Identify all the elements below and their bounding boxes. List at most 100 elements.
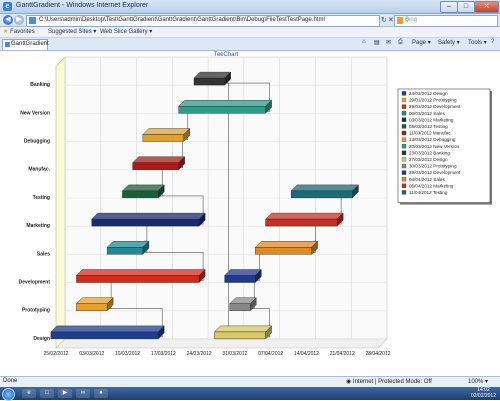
media-taskbar-icon[interactable]: ▶ [58, 389, 72, 398]
gantt-bar-top [121, 184, 165, 192]
close-button[interactable]: ✕ [474, 1, 499, 13]
chart-title: TeeChart [214, 52, 239, 58]
x-tick-label: 07/04/2012 [258, 351, 283, 357]
back-button[interactable]: ◀ [3, 15, 13, 25]
legend-entry: 27/03/2012 Design [409, 157, 448, 162]
legend-swatch [401, 104, 407, 109]
mail-icon[interactable]: ✉ [386, 39, 391, 46]
stop-icon[interactable]: ✕ [388, 16, 394, 24]
category-label: Prototyping [22, 308, 50, 314]
gantt-bar [122, 190, 159, 199]
gantt-bar-top [265, 212, 344, 220]
status-bar: Done ◉ Internet | Protected Mode: Off 10… [0, 376, 500, 387]
security-zone: ◉ Internet | Protected Mode: Off [346, 378, 432, 385]
search-icon[interactable]: ⚲ [405, 17, 494, 24]
gantt-bar-top [75, 269, 206, 276]
title-bar: e GanttGradient - Windows Internet Explo… [0, 0, 500, 14]
ie-taskbar-icon[interactable]: e [22, 389, 36, 398]
category-label: Manufac. [28, 167, 50, 173]
legend-swatch [401, 150, 407, 155]
gantt-bar-top [50, 325, 165, 333]
suggested-sites-link[interactable]: Suggested Sites ▾ [48, 28, 96, 35]
favorites-bar: ★ Favorites Suggested Sites ▾ Web Slice … [0, 27, 500, 38]
address-url: C:\Users\admin\Desktop\Test\GanttGradien… [39, 17, 325, 23]
forward-button[interactable]: ▶ [14, 15, 24, 25]
legend-swatch [401, 144, 407, 149]
x-tick-label: 03/03/2012 [79, 351, 104, 357]
system-clock: 14:02 02/02/2012 [471, 387, 496, 399]
legend-swatch [401, 190, 407, 195]
navigation-bar: ◀ ▶ C:\Users\admin\Desktop\Test\GanttGra… [0, 14, 500, 27]
safety-menu[interactable]: Safety ▾ [438, 39, 460, 46]
gantt-bar [50, 331, 159, 340]
gantt-bar-top [224, 269, 262, 276]
app-taskbar-icon[interactable]: ♦ [94, 389, 108, 398]
gantt-bar-top [106, 241, 150, 248]
legend-swatch [401, 91, 407, 96]
legend-entry: 04/04/2012 Sales [409, 177, 445, 182]
globe-icon: ◉ [346, 379, 352, 385]
gantt-bar [265, 218, 338, 227]
gantt-bar [290, 190, 353, 199]
page-icon [29, 17, 36, 24]
category-label: Sales [37, 251, 50, 257]
gantt-chart: TeeChart Design Prototyping Development Sale… [19, 52, 492, 357]
gantt-bar-top [132, 156, 186, 163]
gantt-bar-top [254, 241, 319, 248]
favorites-label: Favorites [10, 29, 35, 35]
x-tick-label: 14/04/2012 [294, 351, 319, 357]
legend-swatch [401, 124, 407, 129]
gantt-bar [132, 162, 179, 170]
zoom-level[interactable]: 100% ▾ [468, 378, 488, 385]
taskbar: e □ ▶ ∞ ♦ 14:02 02/02/2012 [0, 387, 500, 401]
start-button[interactable] [2, 388, 15, 401]
page-menu[interactable]: Page ▾ [412, 39, 431, 46]
explorer-taskbar-icon[interactable]: □ [40, 389, 54, 398]
gantt-bar [214, 331, 266, 340]
legend-swatch [401, 183, 407, 188]
clock-date: 02/02/2012 [470, 393, 496, 399]
gantt-bar [106, 247, 144, 255]
legend-swatch [401, 163, 407, 169]
ie-icon: e [3, 2, 12, 11]
x-tick-label: 10/03/2012 [115, 351, 140, 357]
tab-label: GanttGradient [11, 41, 49, 47]
home-icon[interactable]: ⌂ [362, 39, 366, 45]
legend-entry: 06/03/2012 Sales [409, 111, 445, 116]
maximize-button[interactable]: □ [457, 1, 475, 13]
legend-swatch [401, 97, 407, 103]
web-slice-gallery-link[interactable]: Web Slice Gallery ▾ [100, 28, 152, 35]
legend-entry: 06/04/2012 Marketing [409, 183, 454, 188]
visual-studio-taskbar-icon[interactable]: ∞ [76, 389, 90, 398]
legend-entry: 24/02/2012 Design [409, 91, 448, 96]
gantt-bar [76, 275, 200, 283]
category-label: Testing [33, 195, 50, 201]
tab-ganttgradient[interactable]: GanttGradient [2, 39, 49, 50]
gantt-bar [178, 106, 266, 114]
x-tick-label: 25/02/2012 [43, 351, 68, 357]
address-bar[interactable]: C:\Users\admin\Desktop\Test\GanttGradien… [26, 15, 380, 27]
search-input[interactable]: Bing ⚲ [394, 15, 498, 27]
help-icon[interactable]: ? [491, 39, 494, 45]
legend-entry: 23/03/2012 Banking [409, 150, 450, 155]
chart-floor [55, 338, 388, 349]
feeds-icon[interactable]: ▤ [374, 39, 380, 46]
print-icon[interactable]: ⎙ [398, 39, 403, 46]
gantt-bar-top [213, 325, 273, 333]
tab-page-icon [5, 42, 10, 47]
favorites-button[interactable]: ★ Favorites [3, 28, 35, 35]
refresh-icon[interactable]: ↻ [381, 16, 387, 24]
gantt-bar-top [193, 71, 232, 79]
legend-swatch [401, 130, 407, 136]
category-label: Marketing [26, 223, 50, 229]
gantt-bar [193, 77, 225, 86]
x-tick-label: 24/03/2012 [187, 351, 212, 357]
window-title: GanttGradient - Windows Internet Explore… [16, 2, 149, 9]
category-label: Debugging [24, 139, 50, 145]
tab-bar: GanttGradient ⌂ ▤ ✉ ⎙ Page ▾ Safety ▾ To… [0, 38, 500, 51]
minimize-button[interactable]: – [440, 1, 458, 13]
chart-left-wall [55, 56, 66, 349]
x-tick-label: 31/03/2012 [222, 351, 247, 357]
tools-menu[interactable]: Tools ▾ [468, 39, 487, 46]
legend-entry: 30/03/2012 Prototyping [409, 164, 457, 169]
